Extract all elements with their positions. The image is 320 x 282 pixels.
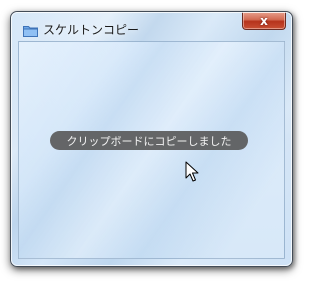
window-title: スケルトンコピー [43, 23, 140, 37]
close-icon: x [260, 13, 268, 28]
folder-icon [23, 22, 38, 37]
copied-toast: クリップボードにコピーしました [50, 131, 248, 150]
title-bar[interactable]: スケルトンコピー x [11, 12, 292, 40]
client-area [18, 41, 285, 259]
mouse-cursor-icon [185, 161, 199, 183]
close-button[interactable]: x [242, 12, 286, 30]
